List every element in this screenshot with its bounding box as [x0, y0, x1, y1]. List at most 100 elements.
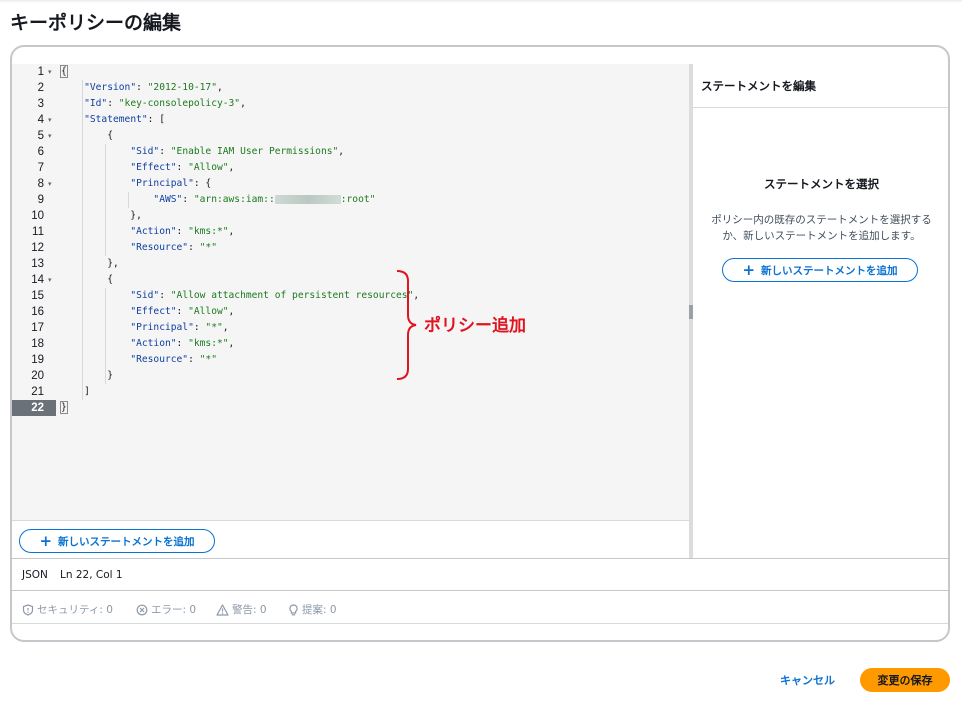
editor-action-bar: + 新しいステートメントを追加 — [12, 520, 689, 558]
panel-add-statement-button[interactable]: + 新しいステートメントを追加 — [722, 258, 918, 282]
json-punctuation — [61, 242, 130, 253]
json-punctuation: : [ — [147, 114, 165, 125]
code-line[interactable]: 4 ▾ "Statement": [ — [12, 112, 689, 128]
error-count[interactable]: エラー: 0 — [136, 602, 196, 617]
annotation-label: ポリシー追加 — [424, 316, 526, 336]
fold-chevron-icon[interactable]: ▾ — [48, 128, 52, 144]
json-string: "Allow attachment of persistent resource… — [170, 290, 414, 301]
code-text: }, — [61, 256, 119, 272]
code-text: } — [60, 400, 68, 416]
code-line[interactable]: 18 "Action": "kms:*", — [12, 336, 689, 352]
panel-title: ステートメントを編集 — [701, 79, 816, 93]
code-line[interactable]: 17 "Principal": "*", — [12, 320, 689, 336]
json-punctuation: : — [176, 306, 189, 317]
line-number: 12 — [31, 242, 44, 254]
json-string: "Allow" — [188, 162, 229, 173]
json-string: "2012-10-17" — [147, 82, 217, 93]
save-changes-button[interactable]: 変更の保存 — [860, 668, 950, 692]
json-key: "Action" — [130, 338, 177, 349]
json-punctuation — [61, 354, 130, 365]
json-string: "*" — [199, 354, 217, 365]
code-line[interactable]: 11 "Action": "kms:*", — [12, 224, 689, 240]
line-number: 13 — [31, 258, 44, 270]
json-key: "Sid" — [130, 290, 160, 301]
add-statement-button[interactable]: + 新しいステートメントを追加 — [19, 529, 215, 553]
code-line[interactable]: 3 "Id": "key-consolepolicy-3", — [12, 96, 689, 112]
fold-chevron-icon[interactable]: ▾ — [48, 64, 52, 80]
json-punctuation: , — [228, 306, 235, 317]
editor-status-bar: JSON Ln 22, Col 1 — [12, 558, 948, 591]
code-text: { — [60, 64, 68, 80]
json-punctuation: , — [216, 82, 223, 93]
json-punctuation — [61, 322, 130, 333]
panel-add-statement-label: 新しいステートメントを追加 — [761, 264, 898, 277]
language-indicator: JSON — [22, 569, 48, 581]
redacted-account-id — [274, 194, 341, 204]
json-punctuation — [61, 306, 130, 317]
code-line[interactable]: 5 ▾ { — [12, 128, 689, 144]
code-line[interactable]: 15 "Sid": "Allow attachment of persisten… — [12, 288, 689, 304]
line-number: 19 — [31, 354, 44, 366]
json-key: "Statement" — [84, 114, 148, 125]
code-line[interactable]: 22} — [12, 400, 689, 416]
json-punctuation — [61, 82, 84, 93]
json-code-editor[interactable]: 1 ▾{2 "Version": "2012-10-17", 3 "Id": "ke… — [12, 64, 689, 520]
json-key: "Id" — [84, 98, 108, 109]
code-line[interactable]: 1 ▾{ — [12, 64, 689, 80]
line-number: 2 — [37, 82, 44, 94]
code-line[interactable]: 19 "Resource": "*" — [12, 352, 689, 368]
json-punctuation: }, — [61, 258, 119, 269]
fold-chevron-icon[interactable]: ▾ — [48, 112, 52, 128]
code-text: } — [61, 368, 113, 384]
code-line[interactable]: 8 ▾ "Principal": { — [12, 176, 689, 192]
json-punctuation — [61, 290, 130, 301]
json-punctuation: : — [176, 226, 189, 237]
code-line[interactable]: 9 "AWS": "arn:aws:iam:::root" — [12, 192, 689, 208]
code-text: "Sid": "Enable IAM User Permissions", — [61, 144, 344, 160]
line-number: 11 — [32, 226, 44, 238]
code-line[interactable]: 14 ▾ { — [12, 272, 689, 288]
code-text: "AWS": "arn:aws:iam:::root" — [61, 192, 375, 208]
annotation-brace — [396, 270, 417, 380]
code-line[interactable]: 20 } — [12, 368, 689, 384]
json-key: "Sid" — [130, 146, 160, 157]
code-line[interactable]: 6 "Sid": "Enable IAM User Permissions", — [12, 144, 689, 160]
suggestion-count[interactable]: 提案: 0 — [288, 602, 337, 617]
line-number: 21 — [31, 386, 44, 398]
json-string: "kms:*" — [188, 338, 229, 349]
json-punctuation: { — [61, 130, 113, 141]
json-string: "key-consolepolicy-3" — [118, 98, 241, 109]
policy-editor-container: 1 ▾{2 "Version": "2012-10-17", 3 "Id": "ke… — [10, 45, 950, 642]
warning-count[interactable]: 警告: 0 — [216, 602, 267, 617]
cancel-button[interactable]: キャンセル — [780, 672, 835, 688]
json-punctuation: : — [159, 290, 171, 301]
json-key: "Effect" — [130, 306, 177, 317]
line-number: 15 — [31, 290, 44, 302]
json-key: "Resource" — [130, 354, 189, 365]
shield-icon — [22, 603, 34, 616]
code-text: "Version": "2012-10-17", — [61, 80, 223, 96]
code-line[interactable]: 10 }, — [12, 208, 689, 224]
panel-heading: ステートメントを選択 — [764, 177, 879, 191]
code-text: "Resource": "*" — [61, 240, 217, 256]
fold-chevron-icon[interactable]: ▾ — [48, 272, 52, 288]
code-line[interactable]: 13 }, — [12, 256, 689, 272]
error-count-label: エラー: 0 — [151, 604, 197, 616]
security-count-label: セキュリティ: 0 — [37, 604, 113, 616]
fold-chevron-icon[interactable]: ▾ — [48, 176, 52, 192]
code-line[interactable]: 16 "Effect": "Allow", — [12, 304, 689, 320]
security-count[interactable]: セキュリティ: 0 — [22, 602, 113, 617]
json-punctuation — [61, 226, 130, 237]
code-line[interactable]: 21 ] — [12, 384, 689, 400]
code-text: "Sid": "Allow attachment of persistent r… — [61, 288, 419, 304]
json-punctuation: : — [193, 322, 206, 333]
json-string: "kms:*" — [188, 226, 229, 237]
cursor-position: Ln 22, Col 1 — [60, 569, 123, 581]
code-line[interactable]: 7 "Effect": "Allow", — [12, 160, 689, 176]
code-line[interactable]: 12 "Resource": "*" — [12, 240, 689, 256]
json-punctuation: , — [228, 338, 235, 349]
json-punctuation: } — [60, 401, 68, 414]
code-line[interactable]: 2 "Version": "2012-10-17", — [12, 80, 689, 96]
code-text: "Principal": "*", — [61, 320, 228, 336]
warning-icon — [216, 603, 229, 616]
